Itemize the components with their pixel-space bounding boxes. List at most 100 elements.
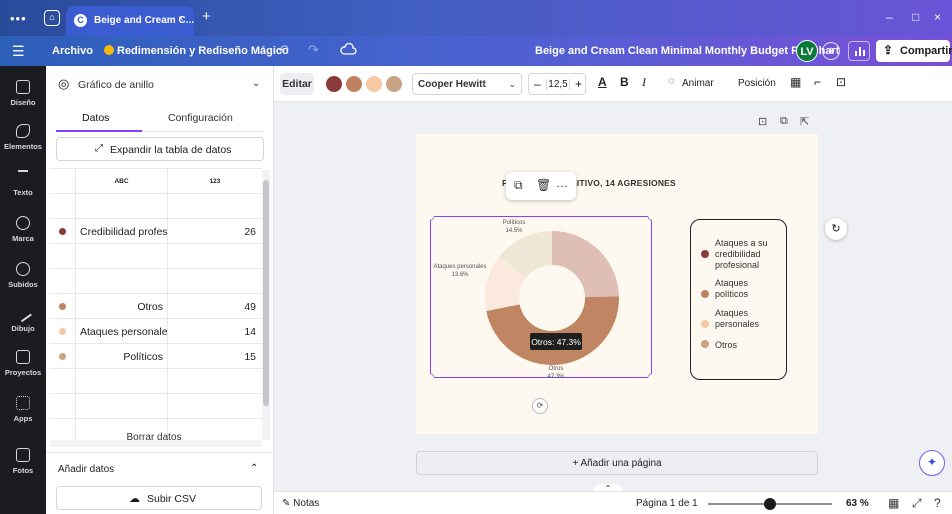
grid-header-123[interactable]: 123 (168, 169, 262, 194)
help-icon[interactable]: ? (934, 496, 941, 510)
scroll-thumb[interactable] (263, 180, 269, 406)
value-cell[interactable]: 14 (168, 319, 262, 344)
animate-icon[interactable]: ◌ (668, 75, 675, 87)
maximize-icon[interactable]: □ (912, 10, 919, 24)
value-cell[interactable]: 26 (168, 219, 262, 244)
resize-handle[interactable] (647, 373, 652, 378)
table-row[interactable] (50, 269, 262, 294)
upload-csv-button[interactable]: ☁ Subir CSV (56, 486, 262, 510)
color-swatch[interactable] (366, 76, 382, 92)
rail-item-proyectos[interactable]: Proyectos (0, 350, 46, 378)
table-row[interactable] (50, 244, 262, 269)
donut-slice[interactable] (552, 231, 619, 298)
series-color-dot[interactable] (59, 328, 66, 335)
rail-item-apps[interactable]: Apps (0, 396, 46, 424)
lock-icon[interactable]: ⊡ (836, 75, 846, 89)
tab-configuracion[interactable]: Configuración (168, 112, 233, 124)
table-row[interactable] (50, 369, 262, 394)
value-cell[interactable] (168, 369, 262, 394)
table-row[interactable]: Credibilidad profesic 26 (50, 219, 262, 244)
label-cell[interactable] (76, 269, 168, 294)
browser-tab[interactable]: C Beige and Cream C... × (66, 6, 194, 36)
rail-item-elementos[interactable]: Elementos (0, 124, 46, 152)
new-tab-icon[interactable]: + (202, 8, 211, 25)
rail-item-subidos[interactable]: Subidos (0, 262, 46, 290)
resize-handle[interactable] (430, 373, 435, 378)
label-cell[interactable] (76, 369, 168, 394)
table-row[interactable]: Otros 49 (50, 294, 262, 319)
label-cell[interactable] (76, 244, 168, 269)
paint-roller-icon[interactable]: ⌐ (814, 75, 821, 89)
table-row[interactable] (50, 194, 262, 219)
delete-data-button[interactable]: Borrar datos (56, 426, 252, 446)
color-swatch[interactable] (326, 76, 342, 92)
animate-button[interactable]: Animar (682, 78, 714, 89)
insights-icon[interactable] (848, 41, 870, 61)
tab-close-icon[interactable]: × (178, 14, 184, 25)
rail-item-dibujo[interactable]: Dibujo (0, 303, 46, 334)
grid-view-icon[interactable]: ▦ (888, 496, 899, 510)
browser-menu-icon[interactable]: ••• (10, 11, 27, 26)
value-cell[interactable] (168, 269, 262, 294)
bold-button[interactable]: B (620, 75, 629, 89)
home-icon[interactable]: ⌂ (44, 10, 60, 26)
value-cell[interactable] (168, 194, 262, 219)
decrease-size-button[interactable]: – (534, 77, 541, 91)
table-row[interactable] (50, 394, 262, 419)
cloud-saved-icon[interactable] (340, 41, 358, 59)
text-color-button[interactable]: A (598, 75, 607, 89)
grid-vertical-scrollbar[interactable] (262, 170, 270, 440)
label-cell[interactable]: Otros (76, 294, 168, 319)
rail-item-diseno[interactable]: Diseño (0, 80, 46, 108)
lock-page-icon[interactable]: ⊡ (758, 115, 767, 128)
more-options-icon[interactable]: … (556, 176, 568, 190)
expand-table-button[interactable]: ⤢ Expandir la tabla de datos (56, 137, 264, 161)
fullscreen-icon[interactable]: ⤢ (912, 496, 922, 511)
font-family-select[interactable]: Cooper Hewitt ⌄ (412, 73, 522, 95)
value-cell[interactable]: 49 (168, 294, 262, 319)
value-cell[interactable] (168, 244, 262, 269)
zoom-slider[interactable] (708, 498, 832, 510)
label-cell[interactable]: Ataques personales (76, 319, 168, 344)
user-avatar[interactable]: LV (796, 40, 818, 62)
invite-button[interactable]: + (822, 42, 840, 60)
resize-handle[interactable] (430, 216, 435, 221)
redo-icon[interactable]: ↷ (308, 42, 319, 58)
font-size-stepper[interactable]: – 12,5 + (528, 73, 586, 95)
notes-button[interactable]: ✎ Notas (282, 498, 319, 509)
rail-item-texto[interactable]: Texto (0, 170, 46, 198)
donut-chart[interactable]: Credibilidad profesional24.6%Otros47.3%A… (430, 216, 652, 378)
chart-type-selector[interactable]: ◎ Gráfico de anillo ⌄ (46, 66, 274, 102)
chart-legend[interactable]: Ataques a su credibilidad profesional At… (690, 219, 787, 380)
magic-resize-button[interactable]: Redimensión y Rediseño Mágico (104, 45, 289, 57)
chevron-up-icon[interactable]: ⌃ (250, 463, 258, 474)
rail-item-marca[interactable]: Marca (0, 216, 46, 244)
zoom-slider-knob[interactable] (764, 498, 776, 510)
rail-item-fotos[interactable]: Fotos (0, 448, 46, 476)
label-cell[interactable]: Políticos (76, 344, 168, 369)
undo-icon[interactable]: ↶ (278, 42, 289, 58)
file-menu-button[interactable]: Archivo (52, 45, 93, 57)
page-indicator[interactable]: Página 1 de 1 (636, 498, 698, 509)
resize-handle[interactable] (647, 216, 652, 221)
edit-button[interactable]: Editar (280, 73, 314, 95)
document-title[interactable]: Beige and Cream Clean Minimal Monthly Bu… (535, 45, 839, 57)
add-page-icon[interactable]: ⇱ (800, 115, 809, 128)
font-size-value[interactable]: 12,5 (546, 79, 570, 90)
zoom-level[interactable]: 63 % (846, 498, 869, 509)
share-button[interactable]: ⇪ Compartir (876, 40, 952, 62)
grid-header-abc[interactable]: ABC (76, 169, 168, 194)
series-color-dot[interactable] (59, 303, 66, 310)
series-color-dot[interactable] (59, 228, 66, 235)
duplicate-page-icon[interactable]: ⧉ (780, 115, 788, 128)
window-close-icon[interactable]: × (934, 10, 941, 24)
table-row[interactable]: Ataques personales 14 (50, 319, 262, 344)
label-cell[interactable] (76, 394, 168, 419)
add-page-button[interactable]: + Añadir una página (416, 451, 818, 475)
color-swatch[interactable] (386, 76, 402, 92)
duplicate-icon[interactable]: ⧉ (514, 178, 523, 193)
hamburger-menu-icon[interactable]: ☰ (12, 43, 25, 60)
rotate-handle-icon[interactable]: ⟳ (532, 398, 548, 414)
label-cell[interactable]: Credibilidad profesic (76, 219, 168, 244)
tab-datos[interactable]: Datos (82, 112, 109, 124)
